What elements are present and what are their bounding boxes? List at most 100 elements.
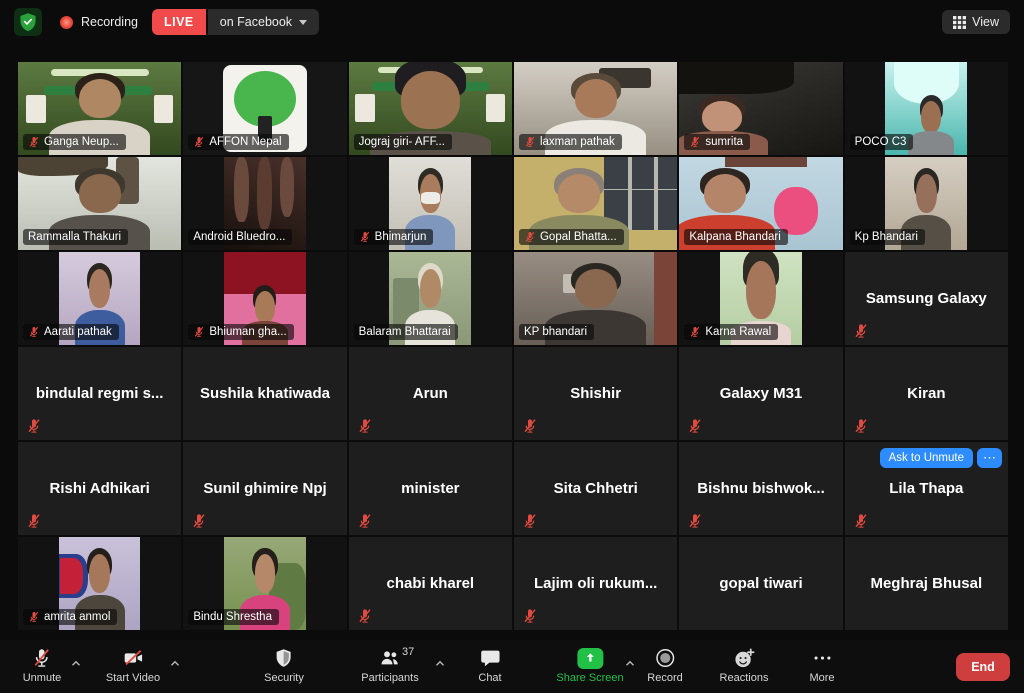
participant-name: laxman pathak bbox=[540, 136, 615, 148]
participant-tile[interactable]: Ganga Neup... bbox=[18, 62, 181, 155]
participant-tile[interactable]: chabi kharel bbox=[349, 537, 512, 630]
participants-options-caret[interactable] bbox=[435, 654, 446, 672]
participant-name: sumrita bbox=[705, 136, 743, 148]
record-button[interactable]: Record bbox=[647, 645, 682, 684]
participant-name: Kiran bbox=[845, 347, 1008, 440]
participant-tile[interactable]: KP bhandari bbox=[514, 252, 677, 345]
ask-to-unmute-button[interactable]: Ask to Unmute bbox=[880, 448, 973, 468]
participant-tile[interactable]: sumrita bbox=[679, 62, 842, 155]
live-badge[interactable]: LIVE bbox=[152, 9, 206, 35]
share-screen-button[interactable]: Share Screen bbox=[556, 645, 623, 684]
participant-tile[interactable]: laxman pathak bbox=[514, 62, 677, 155]
participant-name-label: Bhimarjun bbox=[354, 229, 434, 245]
mic-muted-icon bbox=[522, 608, 538, 624]
share-screen-options-caret[interactable] bbox=[625, 654, 636, 672]
participant-tile[interactable]: gopal tiwari bbox=[679, 537, 842, 630]
participant-more-button[interactable]: ⋯ bbox=[977, 448, 1002, 468]
participant-tile[interactable]: Aarati pathak bbox=[18, 252, 181, 345]
person-head bbox=[255, 554, 276, 593]
participant-name-label: KP bhandari bbox=[519, 324, 594, 340]
participant-name: Karna Rawal bbox=[705, 326, 771, 338]
mic-muted-icon bbox=[357, 608, 373, 624]
participant-tile[interactable]: Android Bluedro... bbox=[183, 157, 346, 250]
recording-label: Recording bbox=[81, 15, 138, 29]
mic-muted-icon bbox=[522, 513, 538, 529]
participant-tile[interactable]: Kiran bbox=[845, 347, 1008, 440]
participant-name: Meghraj Bhusal bbox=[845, 537, 1008, 630]
participant-tile[interactable]: Meghraj Bhusal bbox=[845, 537, 1008, 630]
more-button[interactable]: More bbox=[809, 645, 834, 684]
participant-name-label: laxman pathak bbox=[519, 134, 622, 150]
view-button-label: View bbox=[972, 15, 999, 29]
security-label: Security bbox=[264, 672, 304, 684]
participant-tile[interactable]: amrita anmol bbox=[18, 537, 181, 630]
participant-name: KP bhandari bbox=[524, 326, 587, 338]
participant-name-label: Bhiuman gha... bbox=[188, 324, 293, 340]
mic-muted-icon bbox=[26, 513, 42, 529]
participant-tile[interactable]: Kp Bhandari bbox=[845, 157, 1008, 250]
scene-shape bbox=[280, 157, 295, 217]
participant-tile[interactable]: Rammalla Thakuri bbox=[18, 157, 181, 250]
participant-tile[interactable]: Balaram Bhattarai bbox=[349, 252, 512, 345]
live-destination-label: on Facebook bbox=[220, 15, 292, 29]
participant-tile[interactable]: Rishi Adhikari bbox=[18, 442, 181, 535]
participant-name: Gopal Bhatta... bbox=[540, 231, 617, 243]
participant-tile[interactable]: Shishir bbox=[514, 347, 677, 440]
participant-name-label: Gopal Bhatta... bbox=[519, 229, 624, 245]
start-video-icon bbox=[120, 645, 145, 671]
mic-muted-icon bbox=[191, 513, 207, 529]
participant-tile[interactable]: Lila Thapa Ask to Unmute ⋯ bbox=[845, 442, 1008, 535]
participant-name-label: Rammalla Thakuri bbox=[23, 229, 128, 245]
live-destination-dropdown[interactable]: on Facebook bbox=[208, 9, 319, 35]
participant-tile[interactable]: Sushila khatiwada bbox=[183, 347, 346, 440]
unmute-button[interactable]: Unmute bbox=[23, 645, 62, 684]
view-button[interactable]: View bbox=[942, 10, 1010, 34]
participant-name: Samsung Galaxy bbox=[845, 252, 1008, 345]
participant-name: bindulal regmi s... bbox=[18, 347, 181, 440]
participant-tile[interactable]: Jograj giri- AFF... bbox=[349, 62, 512, 155]
reactions-button[interactable]: Reactions bbox=[720, 645, 769, 684]
chevron-down-icon bbox=[299, 20, 307, 25]
participant-tile[interactable]: bindulal regmi s... bbox=[18, 347, 181, 440]
live-stream-control[interactable]: LIVE on Facebook bbox=[152, 9, 319, 35]
chat-button[interactable]: Chat bbox=[478, 645, 501, 684]
participant-name-label: Karna Rawal bbox=[684, 324, 778, 340]
participant-tile[interactable]: Kalpana Bhandari bbox=[679, 157, 842, 250]
participants-button[interactable]: 37 Participants bbox=[361, 645, 418, 684]
participant-name-label: Android Bluedro... bbox=[188, 229, 292, 245]
person-head bbox=[575, 79, 617, 118]
participant-tile[interactable]: Karna Rawal bbox=[679, 252, 842, 345]
participant-tile[interactable]: Galaxy M31 bbox=[679, 347, 842, 440]
participant-tile[interactable]: Bhimarjun bbox=[349, 157, 512, 250]
participant-tile[interactable]: Arun bbox=[349, 347, 512, 440]
participant-tile[interactable]: POCO C3 bbox=[845, 62, 1008, 155]
unmute-options-caret[interactable] bbox=[71, 654, 82, 672]
mic-muted-icon bbox=[357, 418, 373, 434]
participant-tile[interactable]: Gopal Bhatta... bbox=[514, 157, 677, 250]
participant-tile[interactable]: AFFON Nepal bbox=[183, 62, 346, 155]
participant-hover-controls: Ask to Unmute ⋯ bbox=[880, 448, 1002, 468]
participant-tile[interactable]: Bindu Shrestha bbox=[183, 537, 346, 630]
participant-name: Kp Bhandari bbox=[855, 231, 918, 243]
mic-muted-icon bbox=[28, 136, 40, 148]
participant-tile[interactable]: Bhiuman gha... bbox=[183, 252, 346, 345]
recording-dot-icon bbox=[60, 16, 73, 29]
participant-tile[interactable]: Sunil ghimire Npj bbox=[183, 442, 346, 535]
scene-shape bbox=[355, 94, 375, 122]
participant-tile[interactable]: Samsung Galaxy bbox=[845, 252, 1008, 345]
share-screen-icon bbox=[577, 645, 603, 671]
encryption-shield-icon[interactable] bbox=[14, 8, 42, 36]
end-button[interactable]: End bbox=[956, 653, 1010, 681]
participant-tile[interactable]: Sita Chhetri bbox=[514, 442, 677, 535]
start-video-button[interactable]: Start Video bbox=[106, 645, 160, 684]
participant-name-label: POCO C3 bbox=[850, 134, 914, 150]
security-button[interactable]: Security bbox=[264, 645, 304, 684]
mic-muted-icon bbox=[193, 326, 205, 338]
participant-name: Rishi Adhikari bbox=[18, 442, 181, 535]
participant-tile[interactable]: minister bbox=[349, 442, 512, 535]
start-video-options-caret[interactable] bbox=[170, 654, 181, 672]
scene-shape bbox=[654, 157, 657, 230]
unmute-mic-icon bbox=[31, 645, 53, 671]
participant-tile[interactable]: Lajim oli rukum... bbox=[514, 537, 677, 630]
participant-tile[interactable]: Bishnu bishwok... bbox=[679, 442, 842, 535]
